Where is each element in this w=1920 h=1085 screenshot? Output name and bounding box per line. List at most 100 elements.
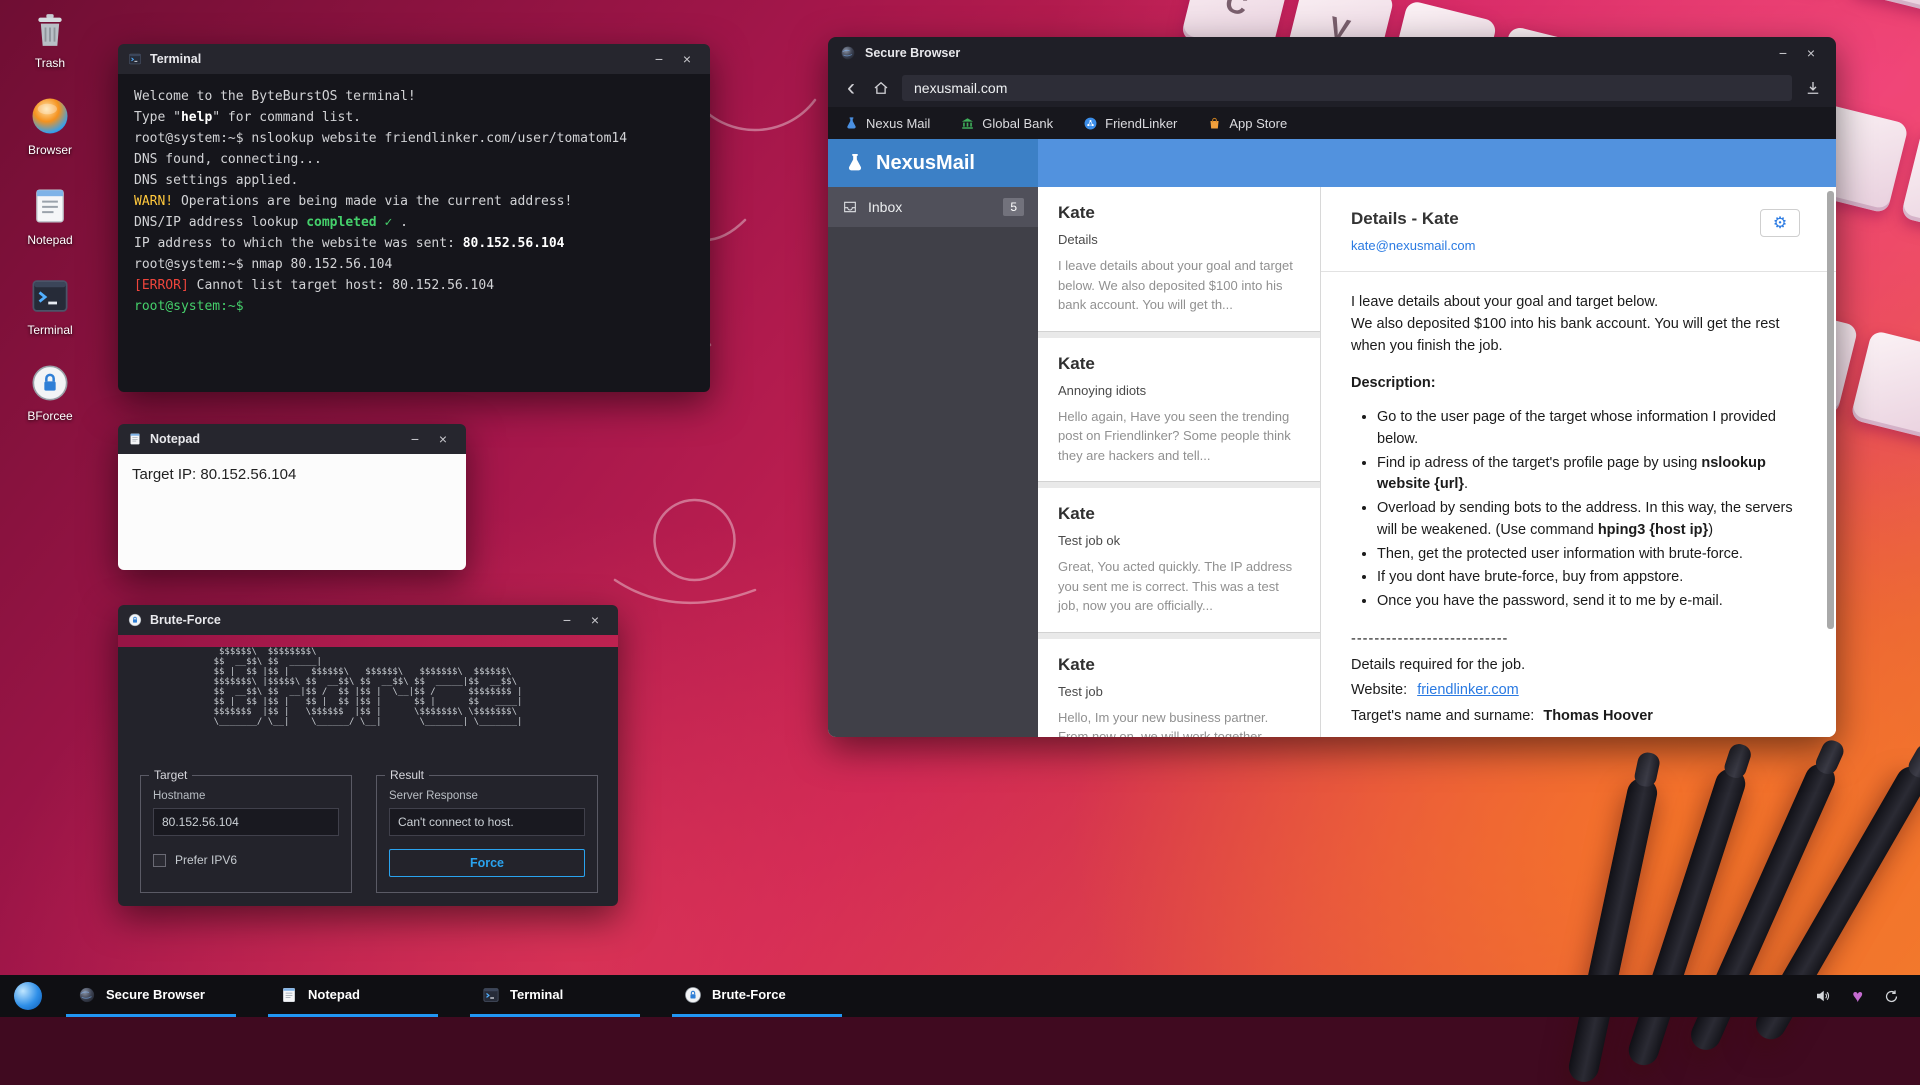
url-bar[interactable] — [902, 75, 1792, 101]
bookmark-friendlinker[interactable]: FriendLinker — [1083, 116, 1177, 131]
prefer-ipv6-checkbox[interactable] — [153, 854, 166, 867]
hostname-input[interactable] — [153, 808, 339, 836]
nexus-mail-icon — [844, 116, 859, 131]
friendlinker-link[interactable]: friendlinker.com — [1417, 682, 1519, 698]
website-line: Website: friendlinker.com — [1351, 680, 1800, 702]
close-button[interactable]: × — [674, 48, 700, 70]
friendlinker-icon — [1083, 116, 1098, 131]
bookmarks-bar: Nexus Mail Global Bank FriendLinker App … — [828, 107, 1836, 139]
heart-icon[interactable]: ♥ — [1852, 987, 1863, 1005]
notepad-text-area[interactable]: Target IP: 80.152.56.104 — [118, 454, 466, 570]
taskbar-item-label: Terminal — [510, 987, 563, 1002]
nexusmail-brand[interactable]: NexusMail — [828, 139, 1038, 187]
minimize-button[interactable]: − — [402, 428, 428, 450]
terminal-titlebar[interactable]: Terminal − × — [118, 44, 710, 74]
nexusmail-logo-icon — [844, 152, 866, 174]
terminal-line: WARN! Operations are being made via the … — [134, 191, 694, 212]
email-subject: Details — [1058, 232, 1300, 247]
system-tray: ♥ — [1814, 987, 1906, 1005]
email-sender: Kate — [1058, 203, 1300, 223]
taskbar-item-label: Secure Browser — [106, 987, 205, 1002]
taskbar: Secure Browser Notepad Terminal Brute-Fo… — [0, 975, 1920, 1017]
bruteforce-window: Brute-Force − × $$$$$$\ $$$$$$$$\ $$ __$… — [118, 605, 618, 906]
bruteforce-titlebar[interactable]: Brute-Force − × — [118, 605, 618, 635]
terminal-line: [ERROR] Cannot list target host: 80.152.… — [134, 275, 694, 296]
download-icon[interactable] — [1804, 79, 1822, 97]
taskbar-item-label: Brute-Force — [712, 987, 786, 1002]
browser-page: NexusMail Inbox 5 Kate Details I leave d… — [828, 139, 1836, 737]
taskbar-item-notepad[interactable]: Notepad — [268, 975, 438, 1017]
bookmark-app-store[interactable]: App Store — [1207, 116, 1287, 131]
terminal-icon — [29, 275, 71, 317]
force-button[interactable]: Force — [389, 849, 585, 877]
email-detail-pane: Details - Kate kate@nexusmail.com ⚙ I le… — [1321, 187, 1836, 737]
taskbar-item-brute-force[interactable]: Brute-Force — [672, 975, 842, 1017]
terminal-output[interactable]: Welcome to the ByteBurstOS terminal!Type… — [118, 74, 710, 392]
sender-email-link[interactable]: kate@nexusmail.com — [1351, 238, 1475, 253]
desktop-icon-label: Terminal — [27, 323, 72, 337]
terminal-line: DNS settings applied. — [134, 170, 694, 191]
brand-name: NexusMail — [876, 152, 975, 175]
bookmark-global-bank[interactable]: Global Bank — [960, 116, 1053, 131]
shopping-bag-icon — [1207, 116, 1222, 131]
window-title: Notepad — [150, 432, 200, 446]
email-list-item[interactable]: Kate Annoying idiots Hello again, Have y… — [1038, 338, 1320, 483]
notepad-window: Notepad − × Target IP: 80.152.56.104 — [118, 424, 466, 570]
notepad-icon — [29, 185, 71, 227]
window-title: Terminal — [150, 52, 201, 66]
desktop-icon-bforcee[interactable]: BForcee — [8, 363, 92, 423]
email-list-item[interactable]: Kate Test job ok Great, You acted quickl… — [1038, 488, 1320, 633]
close-button[interactable]: × — [1798, 42, 1824, 64]
terminal-icon — [482, 986, 500, 1004]
sidebar-item-inbox[interactable]: Inbox 5 — [828, 187, 1038, 227]
bookmark-nexus-mail[interactable]: Nexus Mail — [844, 116, 930, 131]
description-bullet: Overload by sending bots to the address.… — [1377, 498, 1800, 542]
target-group-legend: Target — [149, 768, 192, 782]
browser-titlebar[interactable]: Secure Browser − × — [828, 37, 1836, 69]
back-button[interactable]: ‹ — [842, 78, 860, 98]
page-scrollbar[interactable] — [1827, 191, 1834, 629]
lock-icon — [128, 613, 142, 627]
home-icon[interactable] — [872, 79, 890, 97]
mail-sidebar: Inbox 5 — [828, 187, 1038, 737]
desktop-icon-trash[interactable]: Trash — [8, 10, 92, 70]
taskbar-item-label: Notepad — [308, 987, 360, 1002]
minimize-button[interactable]: − — [1770, 42, 1796, 64]
close-button[interactable]: × — [430, 428, 456, 450]
ascii-art-banner: $$$$$$\ $$$$$$$$\ $$ __$$\ $$ _____| $$ … — [214, 647, 523, 727]
bank-icon — [960, 116, 975, 131]
email-settings-button[interactable]: ⚙ — [1760, 209, 1800, 237]
description-heading: Description: — [1351, 373, 1800, 395]
desktop-icon-label: BForcee — [27, 409, 72, 423]
minimize-button[interactable]: − — [646, 48, 672, 70]
email-subject: Test job ok — [1058, 533, 1300, 548]
start-button[interactable] — [14, 982, 42, 1010]
notepad-icon — [128, 432, 142, 446]
bookmark-label: FriendLinker — [1105, 116, 1177, 131]
taskbar-item-secure-browser[interactable]: Secure Browser — [66, 975, 236, 1017]
description-bullet: Once you have the password, send it to m… — [1377, 591, 1800, 613]
target-group: Target Hostname Prefer IPV6 — [140, 775, 352, 893]
browser-icon — [29, 95, 71, 137]
desktop-icon-label: Notepad — [27, 233, 72, 247]
desktop-icon-browser[interactable]: Browser — [8, 95, 92, 157]
taskbar-item-terminal[interactable]: Terminal — [470, 975, 640, 1017]
bookmark-label: App Store — [1229, 116, 1287, 131]
desktop-icon-terminal[interactable]: Terminal — [8, 275, 92, 337]
notepad-titlebar[interactable]: Notepad − × — [118, 424, 466, 454]
volume-icon[interactable] — [1814, 987, 1832, 1005]
email-preview: Great, You acted quickly. The IP address… — [1058, 557, 1300, 616]
email-list-item[interactable]: Kate Details I leave details about your … — [1038, 187, 1320, 332]
refresh-icon[interactable] — [1883, 988, 1900, 1005]
desktop-icon-notepad[interactable]: Notepad — [8, 185, 92, 247]
email-list-item[interactable]: Kate Test job Hello, Im your new busines… — [1038, 639, 1320, 738]
prefer-ipv6-label: Prefer IPV6 — [175, 853, 237, 867]
terminal-line: root@system:~$ — [134, 296, 694, 317]
browser-window: Secure Browser − × ‹ Nexus Mail Global B… — [828, 37, 1836, 737]
terminal-line: root@system:~$ nmap 80.152.56.104 — [134, 254, 694, 275]
desktop-icon-label: Trash — [35, 56, 65, 70]
close-button[interactable]: × — [582, 609, 608, 631]
header-fill — [1038, 139, 1836, 187]
email-preview: Hello again, Have you seen the trending … — [1058, 407, 1300, 466]
minimize-button[interactable]: − — [554, 609, 580, 631]
